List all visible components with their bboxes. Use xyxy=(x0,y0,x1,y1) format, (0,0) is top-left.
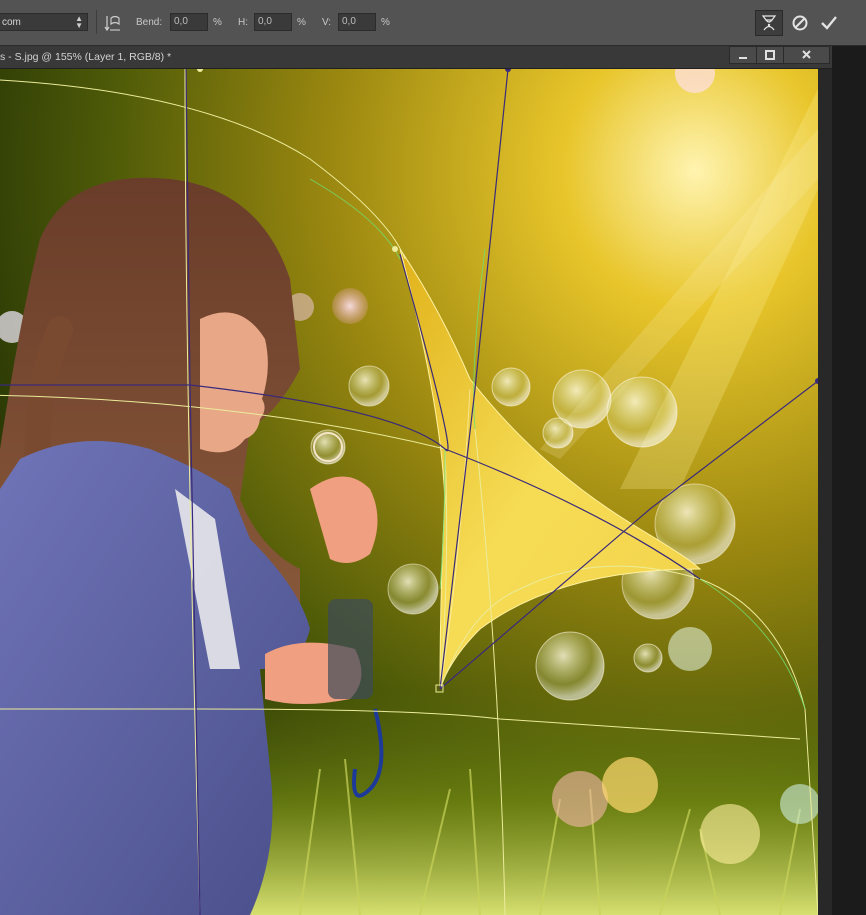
puppet-warp-icon xyxy=(761,15,777,31)
separator xyxy=(96,10,97,34)
document-title: s - S.jpg @ 155% (Layer 1, RGB/8) * xyxy=(0,51,172,63)
cancel-icon[interactable] xyxy=(790,13,810,33)
v-field[interactable]: 0,0 xyxy=(338,13,376,31)
warp-mode-button[interactable] xyxy=(755,10,783,36)
warp-preset-value: com xyxy=(2,16,21,28)
h-label: H: xyxy=(238,17,248,28)
restore-button[interactable] xyxy=(756,46,784,64)
close-icon xyxy=(802,50,811,59)
minimize-icon xyxy=(739,57,747,59)
document-window: s - S.jpg @ 155% (Layer 1, RGB/8) * xyxy=(0,46,832,915)
checkmark-icon[interactable] xyxy=(818,13,840,33)
right-panel-edge xyxy=(832,46,866,915)
restore-icon xyxy=(765,50,775,60)
h-field[interactable]: 0,0 xyxy=(254,13,292,31)
dropdown-arrows-icon: ▲ ▼ xyxy=(75,14,83,30)
bend-label: Bend: xyxy=(136,17,163,28)
warp-orientation-icon[interactable] xyxy=(103,13,123,33)
v-percent: % xyxy=(381,17,390,28)
canvas[interactable] xyxy=(0,69,818,915)
bend-field[interactable]: 0,0 xyxy=(170,13,208,31)
image-canvas[interactable] xyxy=(0,69,818,915)
warp-preset-dropdown[interactable]: com ▲ ▼ xyxy=(0,13,88,31)
minimize-button[interactable] xyxy=(729,46,757,64)
bend-percent: % xyxy=(213,17,222,28)
document-tab[interactable]: s - S.jpg @ 155% (Layer 1, RGB/8) * xyxy=(0,46,832,69)
v-label: V: xyxy=(322,17,332,28)
close-button[interactable] xyxy=(783,46,830,64)
options-bar: com ▲ ▼ Bend: 0,0 % H: 0,0 % V: 0,0 % xyxy=(0,0,866,46)
h-percent: % xyxy=(297,17,306,28)
